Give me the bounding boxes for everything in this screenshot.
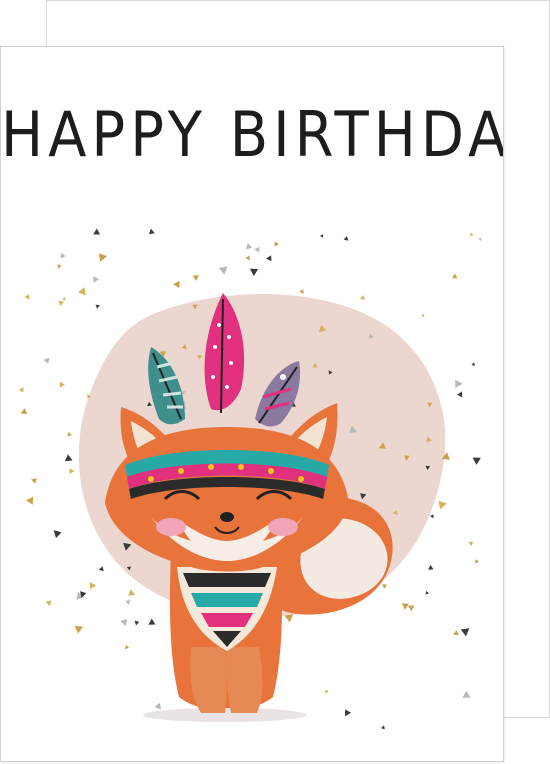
- fox-nose: [220, 512, 234, 522]
- confetti-piece: [452, 273, 458, 279]
- confetti-piece: [299, 288, 304, 294]
- confetti-piece: [120, 618, 128, 627]
- confetti-piece: [43, 357, 50, 364]
- confetti-piece: [31, 478, 37, 484]
- confetti-piece: [89, 582, 97, 590]
- confetti-piece: [266, 255, 272, 262]
- confetti-piece: [45, 600, 52, 607]
- confetti-piece: [274, 241, 280, 247]
- confetti-piece: [125, 600, 131, 605]
- confetti-piece: [460, 628, 470, 637]
- confetti-piece: [78, 287, 86, 296]
- confetti-piece: [62, 296, 66, 300]
- fox-illustration: [18, 228, 482, 730]
- confetti-piece: [18, 387, 24, 393]
- fox-leg-right: [226, 647, 263, 713]
- confetti-piece: [59, 381, 65, 388]
- confetti-piece: [401, 603, 409, 610]
- confetti-piece: [218, 266, 228, 275]
- confetti-piece: [69, 468, 75, 474]
- confetti-piece: [26, 496, 34, 505]
- confetti-piece: [475, 559, 480, 564]
- confetti-piece: [148, 618, 156, 625]
- confetti-piece: [343, 236, 349, 241]
- confetti-piece: [469, 232, 474, 237]
- confetti-piece: [128, 589, 136, 596]
- confetti-piece: [462, 690, 471, 698]
- confetti-piece: [95, 304, 100, 309]
- confetti-piece: [428, 564, 434, 570]
- confetti-piece: [245, 255, 250, 261]
- confetti-piece: [380, 725, 385, 730]
- confetti-piece: [324, 689, 329, 694]
- confetti-piece: [20, 408, 28, 415]
- confetti-piece: [407, 605, 415, 612]
- confetti-piece: [472, 457, 481, 465]
- confetti-piece: [58, 301, 64, 306]
- confetti-piece: [125, 644, 130, 650]
- confetti-piece: [154, 702, 161, 710]
- confetti-piece: [455, 379, 463, 388]
- confetti-piece: [345, 709, 352, 717]
- confetti-piece: [98, 566, 104, 572]
- confetti-piece: [284, 614, 294, 623]
- confetti-piece: [60, 252, 66, 259]
- confetti-piece: [425, 590, 429, 595]
- greeting-card: HAPPY BIRTHDAY: [0, 46, 504, 762]
- confetti-piece: [93, 228, 101, 235]
- confetti-piece: [478, 237, 482, 242]
- confetti-piece: [382, 584, 387, 589]
- confetti-piece: [453, 630, 459, 635]
- confetti-piece: [438, 500, 447, 510]
- confetti-piece: [471, 362, 476, 366]
- confetti-piece: [148, 228, 155, 235]
- confetti-piece: [134, 620, 140, 626]
- confetti-piece: [74, 625, 83, 634]
- confetti-piece: [57, 264, 62, 269]
- confetti-piece: [254, 247, 260, 253]
- confetti-piece: [93, 276, 100, 283]
- confetti-piece: [430, 514, 434, 519]
- blush-right: [268, 518, 298, 536]
- confetti-piece: [98, 253, 107, 262]
- confetti-piece: [67, 431, 72, 437]
- confetti-piece: [245, 243, 253, 250]
- confetti-piece: [468, 541, 474, 547]
- confetti-piece: [360, 295, 366, 300]
- confetti-piece: [421, 313, 425, 318]
- confetti-piece: [173, 280, 180, 289]
- confetti-piece: [24, 294, 30, 300]
- confetti-piece: [457, 391, 463, 398]
- confetti-piece: [192, 275, 199, 281]
- blush-left: [156, 518, 186, 536]
- confetti-piece: [320, 234, 324, 238]
- confetti-piece: [64, 454, 73, 462]
- confetti-piece: [249, 268, 259, 277]
- confetti-piece: [53, 530, 62, 539]
